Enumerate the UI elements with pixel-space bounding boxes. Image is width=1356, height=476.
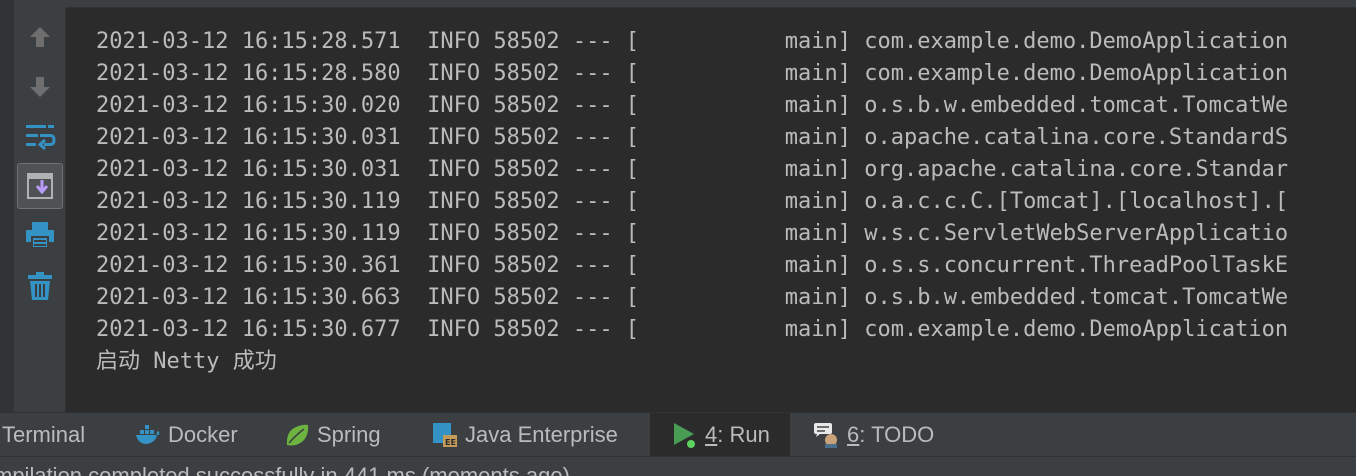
tab-run-text: : Run xyxy=(717,422,770,447)
arrow-down-icon xyxy=(30,77,50,97)
tab-terminal[interactable]: Terminal xyxy=(2,413,85,457)
tab-docker[interactable]: Docker xyxy=(135,413,238,457)
tab-run[interactable]: 4: Run xyxy=(650,413,790,457)
soft-wrap-button[interactable] xyxy=(17,114,63,160)
log-line: 2021-03-12 16:15:30.020 INFO 58502 --- [… xyxy=(96,93,1289,118)
tab-todo-text: : TODO xyxy=(859,422,935,447)
trash-icon xyxy=(28,272,52,300)
soft-wrap-icon xyxy=(26,125,56,151)
log-line: 2021-03-12 16:15:28.580 INFO 58502 --- [… xyxy=(96,61,1289,86)
arrow-up-icon xyxy=(30,27,50,47)
tab-todo-number: 6 xyxy=(847,422,860,447)
top-separator xyxy=(66,0,1356,8)
svg-text:EE: EE xyxy=(445,438,456,447)
log-line: 2021-03-12 16:15:30.031 INFO 58502 --- [… xyxy=(96,157,1289,182)
status-message: mpilation completed successfully in 441 … xyxy=(0,463,570,476)
print-button[interactable] xyxy=(17,212,63,258)
tab-run-number: 4 xyxy=(705,422,718,447)
tool-window-tabbar: Terminal Docker Spring EE Java Enterpris… xyxy=(0,412,1356,457)
spring-leaf-icon xyxy=(284,423,310,447)
docker-icon xyxy=(135,424,161,446)
clear-all-button[interactable] xyxy=(17,263,63,309)
tab-todo[interactable]: 6: TODO xyxy=(812,413,934,457)
tab-java-enterprise-label: Java Enterprise xyxy=(465,422,618,447)
left-gutter xyxy=(0,8,14,412)
down-button[interactable] xyxy=(17,64,63,110)
log-line: 2021-03-12 16:15:30.119 INFO 58502 --- [… xyxy=(96,189,1289,214)
java-enterprise-icon: EE xyxy=(432,422,458,448)
tab-spring-label: Spring xyxy=(317,422,381,447)
log-line-netty-started: 启动 Netty 成功 xyxy=(96,349,277,374)
log-line: 2021-03-12 16:15:30.119 INFO 58502 --- [… xyxy=(96,221,1289,246)
log-line: 2021-03-12 16:15:30.677 INFO 58502 --- [… xyxy=(96,317,1289,342)
console-output[interactable]: 2021-03-12 16:15:28.571 INFO 58502 --- [… xyxy=(66,8,1356,412)
log-line: 2021-03-12 16:15:30.663 INFO 58502 --- [… xyxy=(96,285,1289,310)
tab-terminal-label: Terminal xyxy=(2,422,86,447)
run-toolbar xyxy=(14,8,66,412)
tab-spring[interactable]: Spring xyxy=(284,413,381,457)
log-line: 2021-03-12 16:15:30.031 INFO 58502 --- [… xyxy=(96,125,1289,150)
scroll-to-end-button[interactable] xyxy=(17,163,63,209)
todo-icon xyxy=(812,422,840,448)
up-button[interactable] xyxy=(17,14,63,60)
run-icon xyxy=(672,421,698,449)
tab-run-label: 4: Run xyxy=(705,422,770,448)
top-gutter xyxy=(0,0,14,8)
log-line: 2021-03-12 16:15:30.361 INFO 58502 --- [… xyxy=(96,253,1289,278)
scroll-to-end-icon xyxy=(27,173,53,199)
log-line: 2021-03-12 16:15:28.571 INFO 58502 --- [… xyxy=(96,29,1289,54)
tab-docker-label: Docker xyxy=(168,422,238,447)
top-strip xyxy=(0,0,1356,8)
print-icon xyxy=(26,222,54,249)
tab-todo-label: 6: TODO xyxy=(847,422,934,448)
tab-java-enterprise[interactable]: EE Java Enterprise xyxy=(432,413,618,457)
status-bar: mpilation completed successfully in 441 … xyxy=(0,456,1356,476)
